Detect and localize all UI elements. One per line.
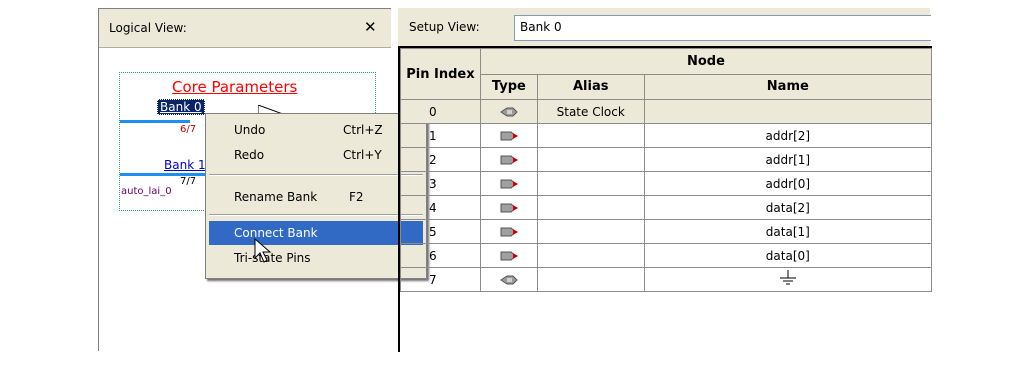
alias-cell[interactable] [536, 171, 645, 196]
core-parameters-link[interactable]: Core Parameters [172, 78, 297, 96]
type-cell[interactable] [479, 267, 538, 292]
instance-label: auto_lai_0 [121, 186, 172, 197]
mouse-pointer-icon [254, 238, 272, 263]
ground-icon [779, 270, 796, 285]
setup-view-label: Setup View: [409, 20, 480, 34]
menu-separator [209, 214, 423, 216]
clock-pin-icon [499, 107, 518, 117]
input-pin-icon [500, 251, 518, 261]
alias-cell[interactable] [536, 267, 645, 292]
type-cell[interactable] [479, 99, 538, 124]
menu-separator [209, 174, 423, 176]
table-row[interactable]: 1 addr[2] [400, 123, 933, 148]
menu-item-shortcut: F2 [349, 190, 364, 204]
table-row[interactable]: 2 addr[1] [400, 147, 933, 172]
input-pin-icon [500, 203, 518, 213]
header-alias[interactable]: Alias [536, 73, 645, 100]
type-cell[interactable] [479, 219, 538, 244]
input-pin-icon [500, 227, 518, 237]
pin-table: Pin Index Node Type Alias Name 0 State Cl… [400, 48, 933, 292]
type-cell[interactable] [479, 243, 538, 268]
name-cell[interactable]: addr[1] [643, 147, 933, 172]
menu-item-label: Rename Bank [234, 190, 318, 204]
name-cell[interactable]: addr[0] [643, 171, 933, 196]
menu-item-connect-bank[interactable]: Connect Bank [209, 221, 423, 245]
name-cell[interactable]: data[1] [643, 219, 933, 244]
header-type[interactable]: Type [479, 73, 538, 100]
table-row[interactable]: 6 data[0] [400, 243, 933, 268]
pin-table-container: Pin Index Node Type Alias Name 0 State Cl… [398, 46, 933, 352]
context-menu: Undo Ctrl+Z Redo Ctrl+Y Rename Bank F2 C… [205, 113, 427, 279]
menu-item-label: Redo [234, 148, 265, 162]
clock-pin-icon [499, 275, 518, 285]
input-pin-icon [500, 131, 518, 141]
bank-0-bar [120, 120, 190, 123]
alias-cell[interactable] [536, 195, 645, 220]
setup-view-header: Setup View: Bank 0 [398, 8, 931, 46]
pin-index-cell: 2 [400, 147, 481, 172]
type-cell[interactable] [479, 147, 538, 172]
header-name[interactable]: Name [643, 73, 933, 100]
pin-index-cell: 3 [400, 171, 481, 196]
header-pin-index[interactable]: Pin Index [400, 48, 481, 100]
pin-index-cell: 4 [400, 195, 481, 220]
menu-item-tri-state-pins[interactable]: Tri-state Pins [209, 246, 423, 270]
pin-index-cell: 0 [400, 99, 481, 124]
pin-index-cell: 6 [400, 243, 481, 268]
menu-item-shortcut: Ctrl+Y [343, 148, 382, 162]
pin-table-body: 0 State Clock 1 addr[2] 2 addr[1] 3 addr[0] 4 dat… [400, 99, 933, 292]
input-pin-icon [500, 179, 518, 189]
name-cell[interactable]: addr[2] [643, 123, 933, 148]
close-icon[interactable]: ✕ [364, 18, 377, 36]
name-cell[interactable]: data[2] [643, 195, 933, 220]
bank-1-node[interactable]: Bank 1 [164, 158, 206, 172]
alias-cell[interactable] [536, 219, 645, 244]
table-row[interactable]: 3 addr[0] [400, 171, 933, 196]
input-pin-icon [500, 155, 518, 165]
alias-cell[interactable] [536, 147, 645, 172]
logical-view-title: Logical View: [109, 21, 187, 35]
type-cell[interactable] [479, 171, 538, 196]
header-node[interactable]: Node [479, 48, 933, 75]
alias-cell[interactable]: State Clock [536, 99, 645, 124]
pin-index-cell: 1 [400, 123, 481, 148]
menu-item-undo[interactable]: Undo Ctrl+Z [209, 118, 423, 142]
alias-cell[interactable] [536, 123, 645, 148]
table-row[interactable]: 4 data[2] [400, 195, 933, 220]
table-row[interactable]: 0 State Clock [400, 99, 933, 124]
menu-item-redo[interactable]: Redo Ctrl+Y [209, 143, 423, 167]
table-row[interactable]: 7 [400, 267, 933, 292]
type-cell[interactable] [479, 195, 538, 220]
table-row[interactable]: 5 data[1] [400, 219, 933, 244]
bank-1-ratio: 7/7 [180, 176, 197, 187]
menu-item-shortcut: Ctrl+Z [343, 123, 383, 137]
pin-index-cell: 5 [400, 219, 481, 244]
logical-view-header: Logical View: ✕ [99, 9, 391, 48]
bank-select-field[interactable]: Bank 0 [514, 15, 931, 41]
alias-cell[interactable] [536, 243, 645, 268]
name-cell[interactable]: data[0] [643, 243, 933, 268]
bank-select-value: Bank 0 [520, 20, 562, 34]
name-cell[interactable] [643, 267, 933, 292]
name-cell[interactable] [643, 99, 933, 124]
pin-index-cell: 7 [400, 267, 481, 292]
bank-0-node[interactable]: Bank 0 [157, 99, 205, 115]
type-cell[interactable] [479, 123, 538, 148]
menu-item-label: Undo [234, 123, 266, 137]
bank-0-ratio: 6/7 [180, 124, 197, 135]
menu-item-rename-bank[interactable]: Rename Bank F2 [209, 185, 423, 209]
